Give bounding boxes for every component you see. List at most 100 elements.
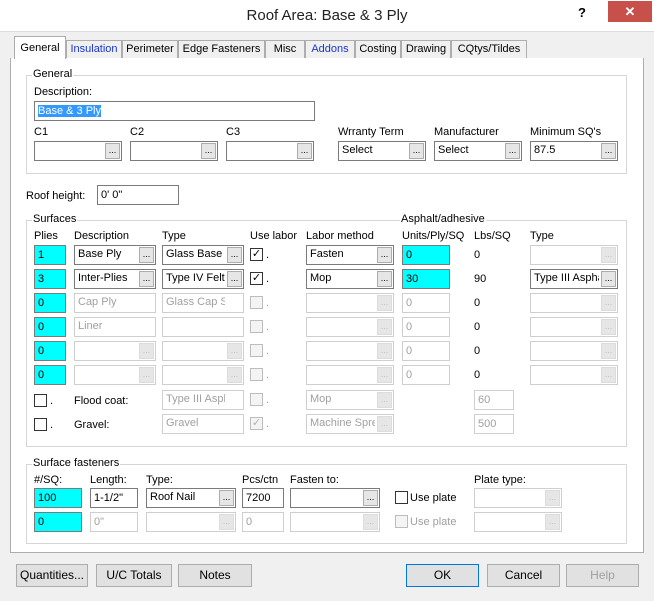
description-combo[interactable]: Liner [74,317,156,337]
length-input[interactable]: 0" [90,512,138,532]
tab-edge-fasteners[interactable]: Edge Fasteners [178,40,265,59]
description-combo[interactable]: ... [74,365,156,385]
help-icon[interactable]: ? [578,5,586,20]
type-browse-button[interactable]: ... [227,247,242,263]
type-browse-button[interactable]: ... [227,271,242,287]
labor-method-combo[interactable]: Fasten... [306,245,394,265]
fasten-to-browse-button[interactable]: ... [363,490,378,506]
gravel-labor-combo[interactable]: Machine Sprea... [306,414,394,434]
labor-method-combo[interactable]: Mop... [306,269,394,289]
labor-method-combo[interactable]: ... [306,293,394,313]
fasten-to-browse-button[interactable]: ... [363,514,378,530]
type-browse-button[interactable]: ... [227,343,242,359]
tab-costing[interactable]: Costing [355,40,401,59]
asphalt-type-browse-button[interactable]: ... [601,247,616,263]
close-button[interactable]: ✕ [608,1,652,22]
type-combo[interactable]: ... [162,341,244,361]
use-plate-checkbox[interactable] [395,515,408,528]
c1-combo[interactable]: ... [34,141,122,161]
labor-method-browse-button[interactable]: ... [377,367,392,383]
min-sq-browse-button[interactable]: ... [601,143,616,159]
quantities-button[interactable]: Quantities... [16,564,88,587]
description-browse-button[interactable]: ... [139,271,154,287]
labor-method-browse-button[interactable]: ... [377,271,392,287]
tab-insulation[interactable]: Insulation [66,40,122,59]
tab-misc[interactable]: Misc [265,40,305,59]
roof-height-input[interactable]: 0' 0" [97,185,179,205]
gravel-use-labor-checkbox[interactable]: ✓ [250,417,263,430]
labor-method-combo[interactable]: ... [306,317,394,337]
description-combo[interactable]: Inter-Plies... [74,269,156,289]
plies-input[interactable]: 0 [34,341,66,361]
flood-coat-type-combo[interactable]: Type III Asph [162,390,244,410]
manufacturer-browse-button[interactable]: ... [505,143,520,159]
type-browse-button[interactable]: ... [227,367,242,383]
flood-coat-labor-combo[interactable]: Mop... [306,390,394,410]
plies-input[interactable]: 1 [34,245,66,265]
labor-method-combo[interactable]: ... [306,365,394,385]
flood-coat-labor-browse-button[interactable]: ... [377,392,392,408]
per-sq-input[interactable]: 0 [34,512,82,532]
plate-type-combo[interactable]: ... [474,512,562,532]
warranty-combo[interactable]: Select... [338,141,426,161]
gravel-labor-browse-button[interactable]: ... [377,416,392,432]
type-combo[interactable]: Type IV Felt... [162,269,244,289]
use-labor-checkbox[interactable] [250,368,263,381]
use-labor-checkbox[interactable] [250,320,263,333]
use-plate-checkbox[interactable] [395,491,408,504]
labor-method-browse-button[interactable]: ... [377,343,392,359]
description-combo[interactable]: ... [74,341,156,361]
flood-coat-use-labor-checkbox[interactable] [250,393,263,406]
tab-perimeter[interactable]: Perimeter [122,40,178,59]
asphalt-type-browse-button[interactable]: ... [601,319,616,335]
plies-input[interactable]: 0 [34,293,66,313]
asphalt-type-combo[interactable]: ... [530,365,618,385]
labor-method-combo[interactable]: ... [306,341,394,361]
tab-addons[interactable]: Addons [305,40,355,59]
fastener-type-combo[interactable]: ... [146,512,236,532]
type-combo[interactable]: Glass Base S... [162,245,244,265]
description-browse-button[interactable]: ... [139,343,154,359]
type-combo[interactable]: Glass Cap SI [162,293,244,313]
units-input[interactable]: 0 [402,245,450,265]
asphalt-type-browse-button[interactable]: ... [601,367,616,383]
plate-type-combo[interactable]: ... [474,488,562,508]
plies-input[interactable]: 0 [34,317,66,337]
asphalt-type-combo[interactable]: ... [530,293,618,313]
asphalt-type-combo[interactable]: ... [530,245,618,265]
pcs-ctn-input[interactable]: 7200 [242,488,284,508]
description-browse-button[interactable]: ... [139,367,154,383]
c1-browse-button[interactable]: ... [105,143,120,159]
units-input[interactable]: 0 [402,365,450,385]
fasten-to-combo[interactable]: ... [290,488,380,508]
asphalt-type-browse-button[interactable]: ... [601,271,616,287]
fastener-type-browse-button[interactable]: ... [219,514,234,530]
uc-totals-button[interactable]: U/C Totals [96,564,172,587]
flood-coat-lbs-input[interactable]: 60 [474,390,514,410]
c2-browse-button[interactable]: ... [201,143,216,159]
use-labor-checkbox[interactable] [250,344,263,357]
description-browse-button[interactable]: ... [139,247,154,263]
labor-method-browse-button[interactable]: ... [377,247,392,263]
plate-type-browse-button[interactable]: ... [545,514,560,530]
type-combo[interactable] [162,317,244,337]
fasten-to-combo[interactable]: ... [290,512,380,532]
asphalt-type-combo[interactable]: ... [530,341,618,361]
use-labor-checkbox[interactable] [250,296,263,309]
pcs-ctn-input[interactable]: 0 [242,512,284,532]
c3-browse-button[interactable]: ... [297,143,312,159]
labor-method-browse-button[interactable]: ... [377,295,392,311]
type-combo[interactable]: ... [162,365,244,385]
notes-button[interactable]: Notes [178,564,252,587]
gravel-checkbox[interactable] [34,418,47,431]
gravel-lbs-input[interactable]: 500 [474,414,514,434]
asphalt-type-browse-button[interactable]: ... [601,343,616,359]
asphalt-type-browse-button[interactable]: ... [601,295,616,311]
length-input[interactable]: 1-1/2" [90,488,138,508]
tab-drawing[interactable]: Drawing [401,40,451,59]
flood-coat-checkbox[interactable] [34,394,47,407]
gravel-type-combo[interactable]: Gravel [162,414,244,434]
per-sq-input[interactable]: 100 [34,488,82,508]
units-input[interactable]: 0 [402,317,450,337]
asphalt-type-combo[interactable]: Type III Aspha... [530,269,618,289]
